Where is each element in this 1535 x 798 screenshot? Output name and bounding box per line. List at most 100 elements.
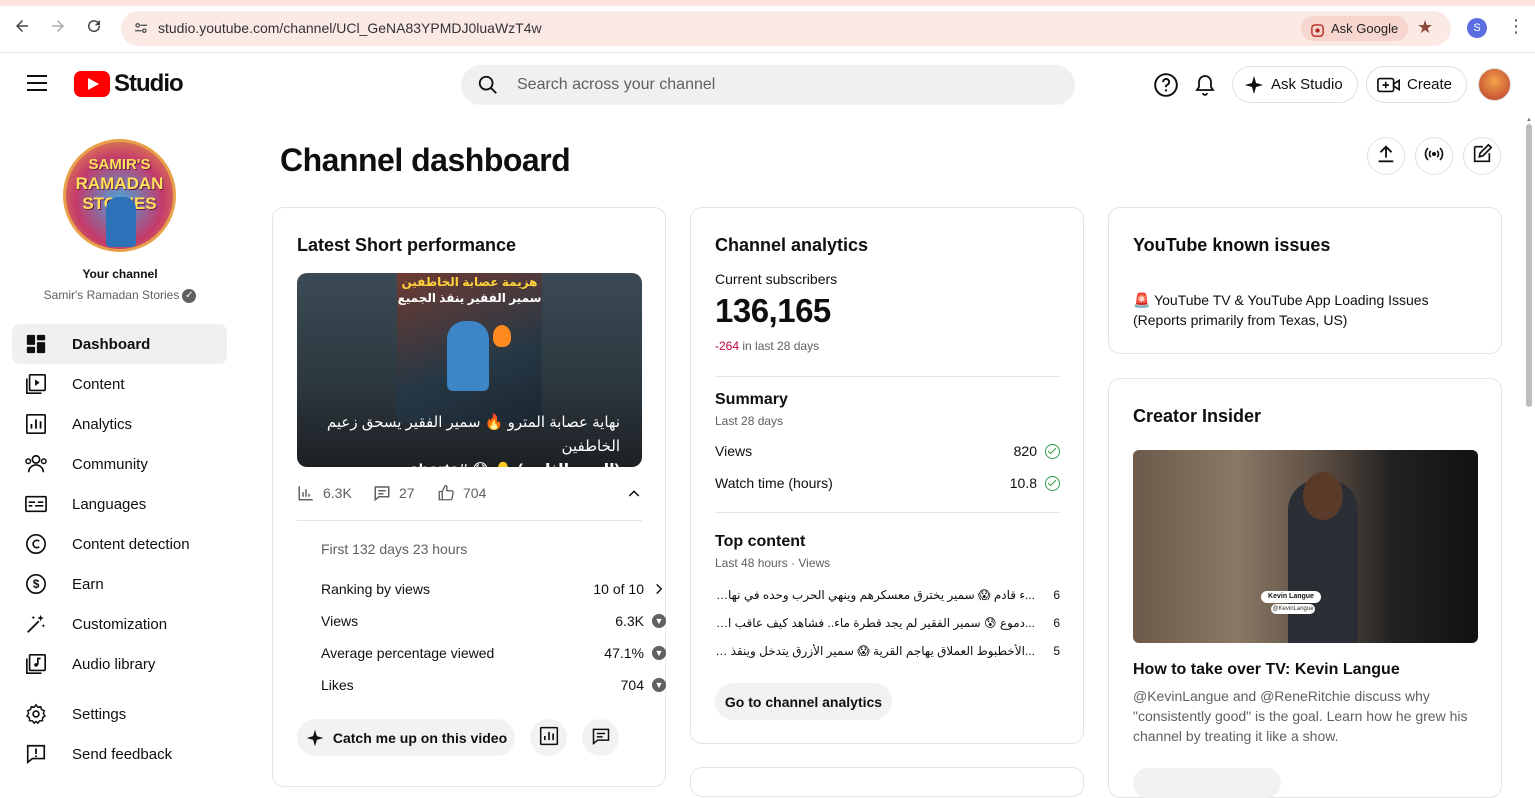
svg-text:$: $ — [33, 577, 40, 591]
sidebar-item-label: Send feedback — [72, 745, 173, 763]
stat-value: 704 — [620, 677, 644, 693]
known-issues-card: YouTube known issues 🚨 YouTube TV & YouT… — [1108, 207, 1502, 354]
create-video-icon — [1377, 75, 1401, 95]
summary-value: 10.8 — [1009, 475, 1037, 491]
search-input[interactable] — [517, 65, 1057, 105]
scroll-up-arrow-icon[interactable]: ▲ — [1525, 117, 1533, 123]
bookmark-star-icon[interactable]: ★ — [1417, 17, 1433, 38]
card-title: Latest Short performance — [297, 235, 517, 255]
content-icon — [24, 372, 48, 396]
video-analytics-button[interactable] — [530, 719, 567, 756]
go-live-button[interactable] — [1415, 137, 1453, 175]
top-content-row[interactable]: 6 ...ء قادم 😱 سمير يخترق معسكرهم وينهي ا… — [715, 588, 1060, 602]
top-content-title: Top content — [715, 533, 806, 550]
sidebar-item-label: Audio library — [72, 655, 156, 673]
catch-me-up-button[interactable]: Catch me up on this video — [297, 719, 515, 756]
creator-insider-video-title[interactable]: How to take over TV: Kevin Langue — [1133, 661, 1400, 679]
summary-row-views: Views 820 — [715, 443, 1060, 459]
sidebar-item-content[interactable]: Content — [12, 364, 227, 404]
sidebar-item-community[interactable]: Community — [12, 444, 227, 484]
site-settings-icon[interactable] — [133, 20, 149, 41]
sidebar-item-label: Earn — [72, 575, 104, 593]
menu-icon[interactable] — [27, 75, 47, 91]
account-avatar[interactable] — [1478, 68, 1511, 101]
top-content-row[interactable]: 5 ...الأخطبوط العملاق يهاجم القرية 😱 سمي… — [715, 644, 1060, 658]
video-comments-button[interactable] — [582, 719, 619, 756]
chevron-right-icon[interactable] — [652, 582, 666, 596]
back-icon[interactable] — [10, 14, 34, 38]
search-bar[interactable] — [461, 65, 1075, 105]
comment-icon — [591, 726, 611, 749]
search-icon — [477, 74, 499, 101]
stat-label: Average percentage viewed — [321, 645, 495, 661]
address-bar[interactable]: studio.youtube.com/channel/UCl_GeNA83YPM… — [121, 11, 1451, 46]
channel-name[interactable]: Samir's Ramadan Stories ✓ — [0, 288, 240, 303]
top-content-row[interactable]: 6 ...دموع 😰 سمير الفقير لم يجد قطرة ماء.… — [715, 616, 1060, 630]
summary-period: Last 28 days — [715, 414, 784, 428]
subscribers-label: Current subscribers — [715, 271, 838, 287]
create-post-button[interactable] — [1463, 137, 1501, 175]
sidebar-item-label: Content detection — [72, 535, 190, 553]
short-caption: نهاية عصابة المترو 🔥 سمير الفقير يسحق زع… — [310, 411, 620, 467]
analytics-icon — [24, 412, 48, 436]
ask-google-button[interactable]: Ask Google — [1301, 16, 1409, 41]
short-thumbnail[interactable]: هزيمة عصابة الخاطفين سمير الفقير ينقذ ال… — [297, 273, 642, 467]
sidebar-item-settings[interactable]: Settings — [12, 694, 227, 734]
create-button[interactable]: Create — [1366, 66, 1468, 103]
divider — [715, 376, 1060, 377]
trend-down-icon: ▼ — [652, 646, 666, 660]
channel-name-text: Samir's Ramadan Stories — [43, 288, 180, 302]
stat-label: Ranking by views — [321, 581, 430, 597]
sidebar-item-audio-library[interactable]: Audio library — [12, 644, 227, 684]
sidebar-item-content-detection[interactable]: Content detection — [12, 524, 227, 564]
page-scrollbar-thumb[interactable] — [1526, 124, 1532, 407]
creator-insider-description: @KevinLangue and @ReneRitchie discuss wh… — [1133, 688, 1468, 744]
gear-icon — [24, 702, 48, 726]
verified-check-icon: ✓ — [182, 288, 197, 303]
subscribers-change-value: -264 — [715, 339, 740, 353]
creator-insider-thumbnail[interactable]: Kevin Langue @KevinLangue — [1133, 450, 1478, 643]
sidebar-item-earn[interactable]: $ Earn — [12, 564, 227, 604]
upload-icon — [1375, 143, 1397, 170]
top-content-title-text: ...دموع 😰 سمير الفقير لم يجد قطرة ماء.. … — [715, 616, 1035, 630]
known-issue-text[interactable]: 🚨 YouTube TV & YouTube App Loading Issue… — [1133, 290, 1473, 330]
sidebar-item-label: Dashboard — [72, 335, 151, 353]
browser-menu-icon[interactable]: ⋮ — [1507, 16, 1525, 37]
bar-chart-icon — [297, 484, 315, 502]
reload-icon[interactable] — [82, 14, 106, 38]
studio-logo[interactable]: Studio — [74, 70, 184, 98]
collapse-chevron-up-icon[interactable] — [626, 486, 642, 507]
watch-on-youtube-button[interactable] — [1133, 768, 1281, 798]
sidebar-item-label: Languages — [72, 495, 147, 513]
thumbnail-artwork: هزيمة عصابة الخاطفين سمير الفقير ينقذ ال… — [397, 273, 542, 423]
subscribers-change: -264 in last 28 days — [715, 339, 819, 353]
sidebar-item-send-feedback[interactable]: Send feedback — [12, 734, 227, 774]
latest-short-card: Latest Short performance هزيمة عصابة الخ… — [272, 207, 666, 787]
forward-icon[interactable] — [46, 14, 70, 38]
stat-ranking-by-views: Ranking by views 10 of 10 — [321, 581, 666, 597]
check-circle-icon — [1045, 475, 1060, 491]
create-label: Create — [1407, 76, 1453, 93]
channel-avatar[interactable]: SAMIR'S RAMADAN STORIES — [63, 139, 176, 252]
dollar-icon: $ — [24, 572, 48, 596]
dashboard-icon — [24, 332, 48, 356]
go-to-channel-analytics-button[interactable]: Go to channel analytics — [715, 683, 892, 720]
sidebar-item-label: Content — [72, 375, 125, 393]
sidebar-item-languages[interactable]: Languages — [12, 484, 227, 524]
notifications-bell-icon[interactable] — [1193, 72, 1219, 98]
sidebar-item-analytics[interactable]: Analytics — [12, 404, 227, 444]
sidebar: SAMIR'S RAMADAN STORIES Your channel Sam… — [0, 117, 240, 777]
summary-label: Views — [715, 443, 753, 459]
upload-button[interactable] — [1367, 137, 1405, 175]
top-content-title-text: ...ء قادم 😱 سمير يخترق معسكرهم وينهي الح… — [715, 588, 1035, 602]
page-title: Channel dashboard — [280, 142, 571, 178]
sidebar-item-customization[interactable]: Customization — [12, 604, 227, 644]
sidebar-item-dashboard[interactable]: Dashboard — [12, 324, 227, 364]
likes-count: 704 — [463, 485, 487, 501]
summary-value: 820 — [1013, 443, 1037, 459]
ask-studio-button[interactable]: Ask Studio — [1232, 66, 1358, 103]
stat-value: 6.3K — [615, 613, 644, 629]
browser-profile-avatar[interactable]: S — [1467, 18, 1487, 38]
help-icon[interactable] — [1153, 72, 1179, 98]
tab-strip — [0, 0, 1535, 6]
